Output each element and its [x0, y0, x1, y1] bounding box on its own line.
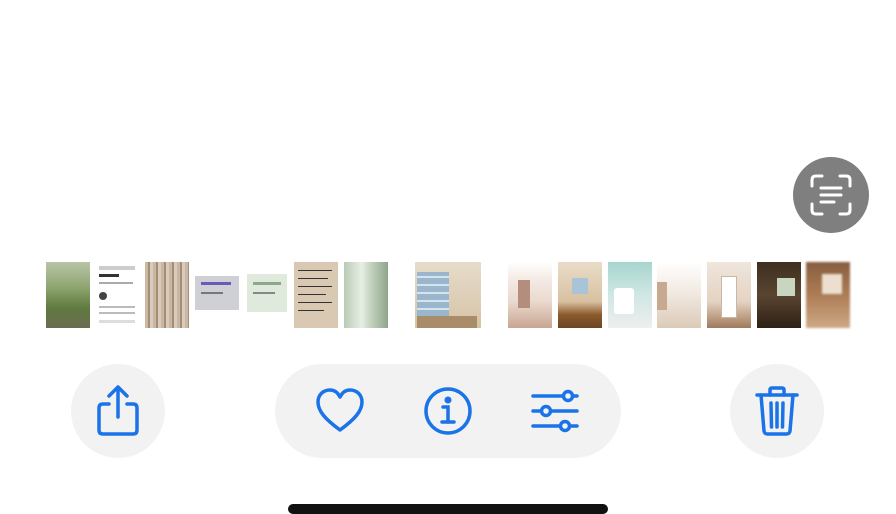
- thumb-document-screenshot[interactable]: [95, 262, 139, 328]
- thumb-dark-room[interactable]: [757, 262, 801, 328]
- thumb-hallway[interactable]: [657, 262, 701, 328]
- info-icon: [424, 387, 472, 435]
- live-text-scan-icon: [810, 174, 852, 216]
- live-text-button[interactable]: [793, 157, 869, 233]
- thumb-room-window[interactable]: [415, 262, 481, 328]
- thumb-room-wood-floor[interactable]: [558, 262, 602, 328]
- share-icon: [97, 385, 139, 436]
- edit-toolbar: [275, 364, 621, 458]
- thumb-empty-room[interactable]: [508, 262, 552, 328]
- trash-icon: [755, 386, 799, 436]
- info-button[interactable]: [422, 385, 474, 437]
- favorite-button[interactable]: [314, 385, 366, 437]
- share-button[interactable]: [71, 364, 165, 458]
- thumb-certificate[interactable]: [245, 262, 289, 328]
- heart-icon: [316, 388, 364, 432]
- delete-button[interactable]: [730, 364, 824, 458]
- thumb-wood-panel[interactable]: [145, 262, 189, 328]
- thumb-yard-photo[interactable]: [46, 262, 90, 328]
- thumb-doorway[interactable]: [707, 262, 751, 328]
- home-indicator[interactable]: [288, 504, 608, 514]
- adjust-button[interactable]: [529, 385, 581, 437]
- thumbnail-strip[interactable]: [0, 262, 896, 328]
- thumb-id-card[interactable]: [195, 262, 239, 328]
- thumb-bathroom[interactable]: [608, 262, 652, 328]
- thumb-window-blinds[interactable]: [344, 262, 388, 328]
- thumb-handwritten-note[interactable]: [294, 262, 338, 328]
- thumb-brown-room[interactable]: [806, 262, 850, 328]
- sliders-icon: [531, 389, 579, 433]
